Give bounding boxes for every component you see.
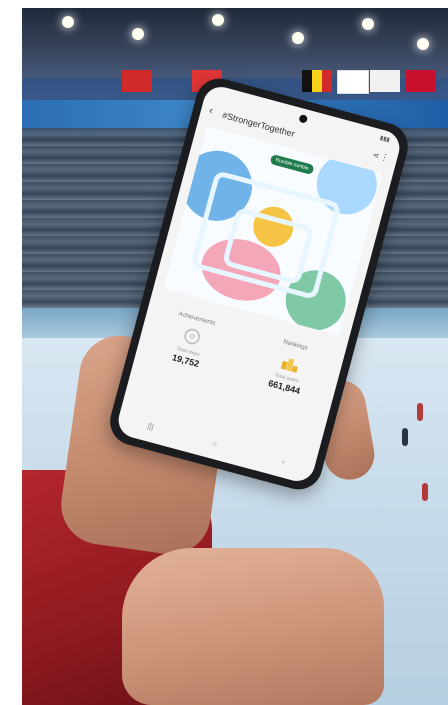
rankings-stat[interactable]: Rankings Total users 661,844 xyxy=(244,332,334,402)
flag xyxy=(370,70,400,92)
ceiling-light xyxy=(417,38,429,50)
nav-back-icon[interactable]: ‹ xyxy=(281,457,286,466)
skater xyxy=(422,483,428,501)
ceiling-light xyxy=(62,16,74,28)
home-icon[interactable]: ○ xyxy=(211,438,218,448)
ceiling-light xyxy=(362,18,374,30)
fist xyxy=(122,548,384,705)
podium-icon xyxy=(280,352,302,374)
achievements-stat[interactable]: Achievements Total steps 19,752 xyxy=(146,306,236,376)
more-icon[interactable]: ⋮ xyxy=(379,151,390,164)
skater xyxy=(402,428,408,446)
flag xyxy=(337,70,369,94)
back-arrow-icon[interactable]: ‹ xyxy=(208,104,215,117)
recent-apps-icon[interactable]: ||| xyxy=(146,421,154,431)
battery-icon: ▮▮▮ xyxy=(379,135,391,144)
art-tag: Rumble rumble xyxy=(269,153,315,175)
ceiling-light xyxy=(292,32,304,44)
flag xyxy=(302,70,332,92)
ceiling-light xyxy=(212,14,224,26)
arena-roof xyxy=(22,8,448,78)
skater xyxy=(417,403,423,421)
ceiling-light xyxy=(132,28,144,40)
flag xyxy=(406,70,436,92)
flag xyxy=(122,70,152,92)
medal-icon xyxy=(181,325,203,347)
